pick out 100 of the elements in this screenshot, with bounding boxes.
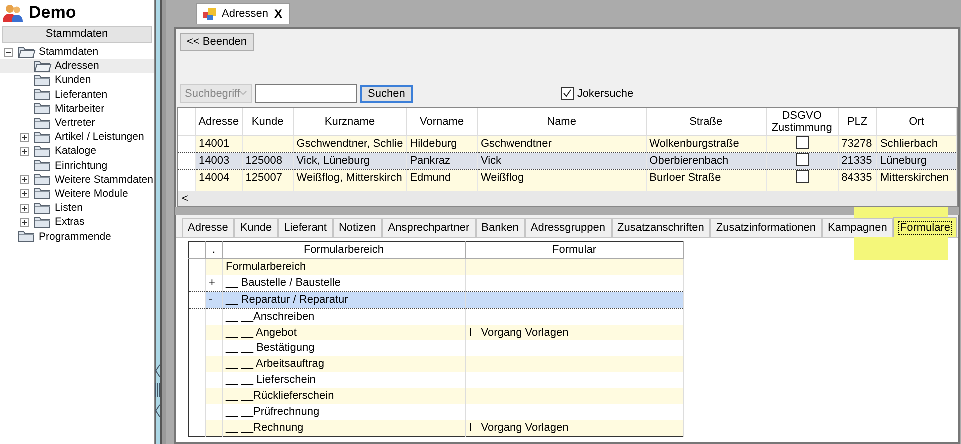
expand-icon[interactable] bbox=[20, 146, 29, 156]
table-cell: Weißflog, Mitterskirch bbox=[293, 170, 407, 186]
column-header[interactable]: Kurzname bbox=[293, 108, 407, 136]
table-cell: 14004 bbox=[196, 170, 242, 186]
tab[interactable]: Ansprechpartner bbox=[382, 218, 476, 237]
flag-text: I bbox=[469, 326, 472, 338]
table-cell: Weißflog bbox=[477, 170, 646, 186]
folder-icon bbox=[34, 130, 52, 144]
tree-item[interactable]: Lieferanten bbox=[0, 88, 154, 102]
column-header[interactable]: DSGVO Zustimmung bbox=[766, 108, 838, 136]
sidebar-header: Stammdaten bbox=[2, 26, 152, 43]
column-header[interactable]: Straße bbox=[646, 108, 766, 136]
folder-icon bbox=[34, 88, 52, 102]
folder-icon bbox=[34, 216, 52, 229]
table-cell: __ __ Bestätigung bbox=[226, 342, 315, 354]
expand-icon[interactable] bbox=[20, 175, 29, 184]
close-button[interactable]: X bbox=[274, 7, 282, 21]
tree-item[interactable]: Kunden bbox=[0, 73, 154, 88]
tab[interactable]: Banken bbox=[476, 218, 525, 237]
expander[interactable]: - bbox=[209, 294, 213, 306]
document-tab[interactable]: Adressen X bbox=[196, 3, 290, 24]
table-cell: __ __ Arbeitsauftrag bbox=[226, 358, 324, 370]
tree-item[interactable]: Listen bbox=[0, 201, 154, 216]
collapse-handle-icon[interactable] bbox=[155, 363, 161, 419]
table-cell: __ __Rechnung bbox=[226, 422, 304, 434]
tree-item[interactable]: Artikel / Leistungen bbox=[0, 130, 154, 144]
folder-icon bbox=[34, 173, 52, 186]
table-cell: __ __Anschreiben bbox=[226, 310, 315, 323]
tree-item[interactable]: Stammdaten bbox=[0, 45, 154, 60]
column-header[interactable]: Formular bbox=[466, 242, 684, 258]
column-header[interactable]: PLZ bbox=[838, 108, 877, 136]
column-header[interactable]: Kunde bbox=[242, 108, 294, 136]
table-cell: __ __ Angebot bbox=[226, 326, 297, 338]
users-icon bbox=[3, 3, 23, 23]
tree-item[interactable]: Vertreter bbox=[0, 116, 154, 130]
checkbox[interactable] bbox=[796, 154, 809, 166]
horizontal-scrollbar[interactable]: < bbox=[178, 191, 957, 206]
folder-icon bbox=[34, 144, 52, 158]
tree-item[interactable]: Extras bbox=[0, 215, 154, 230]
search-field[interactable] bbox=[255, 84, 357, 103]
expand-icon[interactable] bbox=[20, 218, 29, 227]
table-cell: Vorgang Vorlagen bbox=[481, 326, 569, 338]
table-cell bbox=[242, 136, 294, 152]
tree-item[interactable]: Programmende bbox=[0, 229, 154, 244]
column-header[interactable]: Ort bbox=[876, 108, 956, 136]
folder-icon bbox=[34, 74, 52, 87]
expander[interactable]: + bbox=[209, 276, 216, 289]
table-cell: Gschwendtner bbox=[477, 136, 646, 152]
tree-item[interactable]: Adressen bbox=[0, 59, 154, 74]
table-cell: Lüneburg bbox=[876, 152, 956, 170]
tab[interactable]: Kunde bbox=[234, 218, 278, 237]
table-cell: Edmund bbox=[406, 170, 478, 186]
expand-icon[interactable] bbox=[20, 204, 29, 213]
table-cell: Gschwendtner, Schlie bbox=[293, 136, 407, 152]
table-cell: Vick, Lüneburg bbox=[293, 152, 407, 170]
column-header[interactable]: Name bbox=[477, 108, 646, 136]
expand-icon[interactable] bbox=[20, 189, 29, 198]
tree-item[interactable]: Mitarbeiter bbox=[0, 102, 154, 116]
tree-item[interactable]: Einrichtung bbox=[0, 158, 154, 173]
tab[interactable]: Formulare bbox=[893, 217, 958, 237]
tree-item[interactable]: Weitere Stammdaten bbox=[0, 172, 154, 187]
checkbox[interactable] bbox=[796, 136, 809, 149]
tab[interactable]: Adresse bbox=[182, 218, 234, 237]
tab[interactable]: Lieferant bbox=[278, 218, 333, 237]
tree-item[interactable]: Kataloge bbox=[0, 144, 154, 158]
tab[interactable]: Kampagnen bbox=[822, 218, 894, 237]
column-header[interactable]: Vorname bbox=[406, 108, 478, 136]
tab[interactable]: Notizen bbox=[332, 218, 382, 237]
table-cell: Mitterskirchen bbox=[876, 170, 956, 186]
table-cell: 73278 bbox=[838, 136, 877, 152]
tree-item[interactable]: Weitere Module bbox=[0, 186, 154, 202]
column-header[interactable]: . bbox=[206, 242, 222, 258]
table-cell: __ __Prüfrechnung bbox=[226, 406, 320, 418]
table-cell: Formularbereich bbox=[226, 260, 306, 273]
scroll-left-button[interactable]: < bbox=[182, 192, 188, 204]
folder-icon bbox=[34, 60, 52, 73]
table-cell: 14001 bbox=[196, 136, 242, 152]
column-header[interactable]: Adresse bbox=[196, 108, 242, 136]
tab[interactable]: Zusatzinformationen bbox=[710, 218, 822, 237]
checkbox[interactable] bbox=[561, 87, 574, 100]
splitter-handle[interactable] bbox=[155, 0, 162, 444]
table-cell: 21335 bbox=[838, 152, 877, 170]
checkbox-label: Jokersuche bbox=[577, 88, 634, 100]
checkbox[interactable] bbox=[796, 170, 809, 183]
back-button[interactable]: << Beenden bbox=[180, 33, 254, 51]
column-header[interactable]: Formularbereich bbox=[222, 242, 466, 258]
search-button[interactable]: Suchen bbox=[360, 84, 414, 102]
table-cell: Wolkenburgstraße bbox=[646, 136, 766, 152]
table-cell: __ __Rücklieferschein bbox=[226, 390, 334, 402]
expand-icon[interactable] bbox=[20, 132, 29, 142]
table-cell: 125008 bbox=[242, 152, 294, 170]
table-cell: Oberbierenbach bbox=[646, 152, 766, 170]
table-cell: Vorgang Vorlagen bbox=[481, 422, 569, 434]
flag-text: I bbox=[469, 422, 472, 434]
folder-icon bbox=[18, 230, 36, 244]
tab[interactable]: Zusatzanschriften bbox=[612, 218, 710, 237]
collapse-icon[interactable] bbox=[4, 48, 13, 57]
table-cell: Burloer Straße bbox=[646, 170, 766, 186]
tab[interactable]: Adressgruppen bbox=[524, 218, 612, 237]
table-cell: Vick bbox=[477, 152, 646, 170]
